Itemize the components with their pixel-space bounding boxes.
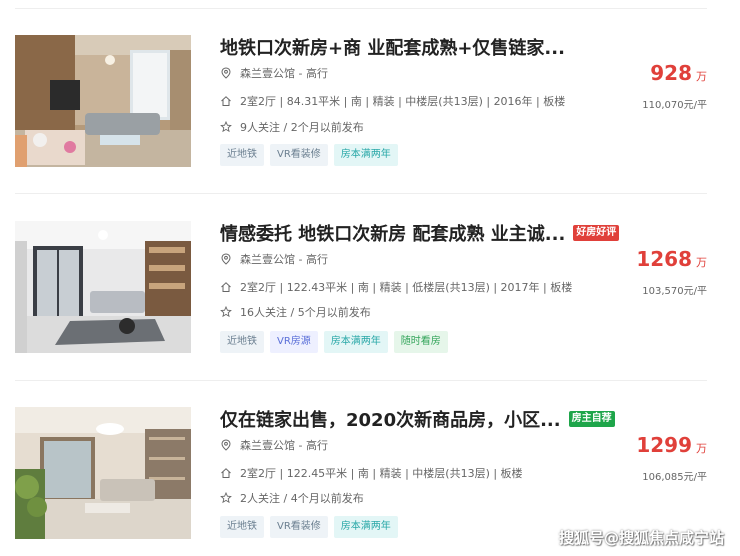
house-info-row: 2室2厅 | 122.43平米 | 南 | 精装 | 低楼层(共13层) | 2… — [220, 279, 572, 295]
tag-list: 近地铁 VR看装修 房本满两年 — [220, 144, 404, 166]
listing-title[interactable]: 仅在链家出售，2020次新商品房，小区... 房主自荐 — [220, 407, 615, 431]
tag-near-subway: 近地铁 — [220, 144, 264, 166]
listing-title-text[interactable]: 仅在链家出售，2020次新商品房，小区... — [220, 406, 561, 432]
total-price: 1299 万 — [636, 433, 707, 457]
living-room-photo-2 — [15, 221, 191, 353]
total-price-unit: 万 — [696, 256, 707, 269]
listing-photo[interactable] — [15, 221, 191, 353]
watermark-text: 搜狐号@搜狐焦点咸宁站 — [558, 529, 724, 547]
listing-divider — [15, 193, 707, 194]
tag-list: 近地铁 VR看装修 房本满两年 — [220, 516, 404, 538]
star-icon — [220, 492, 232, 504]
listing-item[interactable]: 地铁口次新房+商 业配套成熟+仅售链家... 森兰壹公馆 - 高行 2室2厅 |… — [15, 35, 707, 167]
total-price-value: 1268 — [636, 247, 692, 271]
owner-recommend-badge: 房主自荐 — [568, 411, 615, 427]
star-icon — [220, 306, 232, 318]
follow-row: 9人关注 / 2个月以前发布 — [220, 119, 364, 135]
tag-vr-decor: VR看装修 — [270, 516, 328, 538]
listing-photo[interactable] — [15, 407, 191, 539]
unit-price: 106,085元/平 — [642, 472, 707, 483]
house-info-row: 2室2厅 | 84.31平米 | 南 | 精装 | 中楼层(共13层) | 20… — [220, 93, 565, 109]
listing-title[interactable]: 地铁口次新房+商 业配套成熟+仅售链家... — [220, 35, 565, 59]
house-info-text: 2室2厅 | 122.43平米 | 南 | 精装 | 低楼层(共13层) | 2… — [240, 281, 573, 294]
tag-list: 近地铁 VR房源 房本满两年 随时看房 — [220, 331, 454, 353]
top-divider — [15, 0, 707, 9]
follow-text: 9人关注 / 2个月以前发布 — [240, 121, 364, 134]
total-price: 928 万 — [650, 61, 707, 85]
house-info-row: 2室2厅 | 122.45平米 | 南 | 精装 | 中楼层(共13层) | 板… — [220, 465, 523, 481]
listing-title-text[interactable]: 地铁口次新房+商 业配套成熟+仅售链家... — [220, 34, 565, 60]
tag-two-years: 房本满两年 — [323, 331, 388, 353]
living-room-photo-1 — [15, 35, 191, 167]
house-info-text: 2室2厅 | 122.45平米 | 南 | 精装 | 中楼层(共13层) | 板… — [240, 467, 523, 480]
location-pin-icon — [220, 439, 232, 451]
follow-row: 16人关注 / 5个月以前发布 — [220, 304, 371, 320]
listing-item[interactable]: 情感委托 地铁口次新房 配套成熟 业主诚... 好房好评 森兰壹公馆 - 高行 … — [15, 221, 707, 353]
location-pin-icon — [220, 253, 232, 265]
listing-divider — [15, 380, 707, 381]
tag-view-anytime: 随时看房 — [393, 331, 448, 353]
house-icon — [220, 281, 232, 293]
community-link[interactable]: 森兰壹公馆 - 高行 — [240, 65, 328, 81]
follow-text: 2人关注 / 4个月以前发布 — [240, 492, 364, 505]
total-price-unit: 万 — [696, 442, 707, 455]
listing-item[interactable]: 仅在链家出售，2020次新商品房，小区... 房主自荐 森兰壹公馆 - 高行 2… — [15, 407, 707, 539]
tag-two-years: 房本满两年 — [333, 516, 398, 538]
tag-near-subway: 近地铁 — [220, 331, 264, 353]
community-link[interactable]: 森兰壹公馆 - 高行 — [240, 251, 328, 267]
community-row: 森兰壹公馆 - 高行 — [220, 65, 328, 81]
star-icon — [220, 121, 232, 133]
house-info-text: 2室2厅 | 84.31平米 | 南 | 精装 | 中楼层(共13层) | 20… — [240, 95, 566, 108]
community-row: 森兰壹公馆 - 高行 — [220, 437, 328, 453]
location-pin-icon — [220, 67, 232, 79]
total-price: 1268 万 — [636, 247, 707, 271]
listing-title-text[interactable]: 情感委托 地铁口次新房 配套成熟 业主诚... — [220, 220, 565, 246]
total-price-value: 1299 — [636, 433, 692, 457]
unit-price: 103,570元/平 — [642, 286, 707, 297]
tag-vr-listing: VR房源 — [270, 331, 318, 353]
total-price-value: 928 — [650, 61, 692, 85]
listing-photo[interactable] — [15, 35, 191, 167]
total-price-unit: 万 — [696, 70, 707, 83]
follow-row: 2人关注 / 4个月以前发布 — [220, 490, 364, 506]
tag-vr-decor: VR看装修 — [270, 144, 328, 166]
follow-text: 16人关注 / 5个月以前发布 — [240, 306, 371, 319]
good-review-badge: 好房好评 — [573, 225, 620, 241]
community-link[interactable]: 森兰壹公馆 - 高行 — [240, 437, 328, 453]
tag-two-years: 房本满两年 — [333, 144, 398, 166]
tag-near-subway: 近地铁 — [220, 516, 264, 538]
house-icon — [220, 95, 232, 107]
listing-title[interactable]: 情感委托 地铁口次新房 配套成熟 业主诚... 好房好评 — [220, 220, 620, 246]
living-room-photo-3 — [15, 407, 191, 539]
house-icon — [220, 467, 232, 479]
unit-price: 110,070元/平 — [642, 100, 707, 111]
community-row: 森兰壹公馆 - 高行 — [220, 251, 328, 267]
